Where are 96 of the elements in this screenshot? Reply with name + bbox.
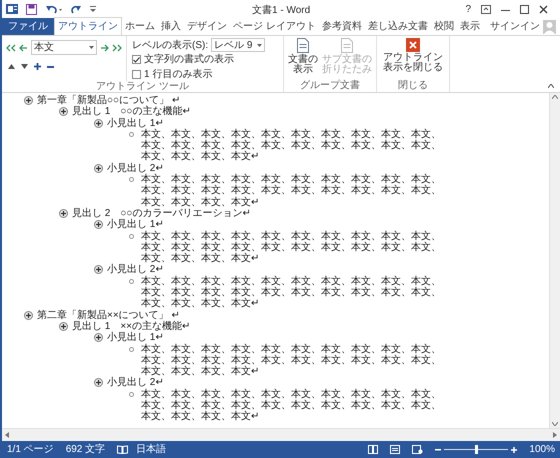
- collapse-ribbon-icon[interactable]: [548, 84, 554, 88]
- page-count[interactable]: 1/1 ページ: [7, 442, 54, 457]
- move-up-icon[interactable]: [8, 64, 15, 69]
- ribbon-tab[interactable]: アウトライン: [54, 17, 122, 35]
- bullet-icon[interactable]: [129, 177, 134, 182]
- show-document-button[interactable]: 文書の 表示: [288, 38, 318, 80]
- scroll-down-icon[interactable]: [552, 422, 558, 426]
- show-level-label: レベルの表示(S):: [132, 38, 208, 52]
- checkbox[interactable]: 文字列の書式の表示: [132, 53, 266, 66]
- ribbon-options-icon[interactable]: [481, 4, 491, 14]
- bullet-icon[interactable]: [129, 278, 134, 284]
- bullet-icon[interactable]: [129, 234, 134, 239]
- plus-circle-icon[interactable]: [94, 164, 103, 173]
- language-indicator[interactable]: 日本語: [136, 442, 166, 457]
- body-text: 本文、本文、本文、本文、本文、本文、本文、本文、本文、本文、本文、本文、本文、本文、本文、本文、本文、本文、本文、本文、本文、本文、本文、本文↵: [141, 388, 442, 423]
- expand-icon[interactable]: [34, 63, 41, 70]
- plus-circle-icon[interactable]: [94, 220, 103, 230]
- dropdown-caret-icon[interactable]: [257, 44, 262, 46]
- body-text: 本文、本文、本文、本文、本文、本文、本文、本文、本文、本文、本文、本文、本文、本文、本文、本文、本文、本文、本文、本文、本文、本文、本文、本文↵: [141, 276, 442, 310]
- scroll-up-icon[interactable]: [552, 95, 558, 99]
- word-count[interactable]: 692 文字: [66, 442, 106, 457]
- maximize-icon[interactable]: [520, 4, 529, 14]
- outline-heading: 見出し 1 ××の主な機能↵: [72, 320, 190, 332]
- proofing-icon[interactable]: [117, 445, 128, 454]
- plus-circle-icon[interactable]: [94, 333, 103, 342]
- plus-circle-icon[interactable]: [94, 118, 103, 128]
- outline-heading: 第一章「新製品○○について」 ↵: [37, 95, 180, 106]
- app-logo-icon[interactable]: [6, 3, 18, 15]
- move-down-icon[interactable]: [21, 64, 28, 69]
- redo-icon[interactable]: [71, 4, 82, 14]
- save-icon[interactable]: [26, 4, 37, 14]
- read-mode-icon[interactable]: [368, 445, 378, 454]
- file-tab[interactable]: ファイル: [2, 18, 54, 35]
- plus-circle-icon[interactable]: [59, 322, 68, 331]
- outline-heading: 小見出し 1↵: [107, 332, 164, 344]
- undo-icon[interactable]: [45, 4, 63, 14]
- ribbon-tab[interactable]: 表示: [456, 18, 483, 35]
- scroll-right-icon[interactable]: [553, 432, 557, 438]
- document-icon: [341, 38, 353, 53]
- promote-icon[interactable]: [19, 44, 28, 52]
- body-text: 本文、本文、本文、本文、本文、本文、本文、本文、本文、本文、本文、本文、本文、本文、本文、本文、本文、本文、本文、本文、本文、本文、本文、本文↵: [141, 344, 442, 378]
- zoom-in-icon[interactable]: [511, 446, 518, 452]
- plus-circle-icon[interactable]: [59, 107, 68, 116]
- horizontal-scrollbar[interactable]: [2, 428, 560, 441]
- plus-circle-icon[interactable]: [24, 96, 33, 105]
- outline-heading: 小見出し 1↵: [107, 219, 164, 230]
- document-icon: [297, 38, 309, 53]
- outline-heading: 見出し 2 ○○のカラーバリエーション↵: [72, 208, 250, 219]
- plus-circle-icon[interactable]: [24, 310, 33, 320]
- window-title: 文書1 - Word: [252, 4, 310, 18]
- promote-to-heading-icon[interactable]: [6, 44, 16, 52]
- demote-to-body-icon[interactable]: [112, 44, 122, 52]
- outline-heading: 小見出し 2↵: [107, 264, 164, 276]
- ribbon-tab[interactable]: 挿入: [158, 18, 184, 35]
- bullet-icon[interactable]: [129, 132, 134, 137]
- web-layout-icon[interactable]: [412, 445, 424, 454]
- body-text: 本文、本文、本文、本文、本文、本文、本文、本文、本文、本文、本文、本文、本文、本文、本文、本文、本文、本文、本文、本文、本文、本文、本文、本文↵: [141, 174, 442, 208]
- group-label: グループ文書: [299, 80, 361, 92]
- zoom-slider[interactable]: [444, 445, 508, 454]
- outline-heading: 小見出し 1↵: [107, 118, 164, 129]
- customize-icon[interactable]: [90, 6, 96, 12]
- help-button[interactable]: ?: [465, 2, 471, 16]
- outline-heading: 小見出し 2↵: [107, 377, 164, 388]
- plus-circle-icon[interactable]: [94, 378, 103, 388]
- demote-icon[interactable]: [100, 44, 109, 52]
- bullet-icon[interactable]: [129, 346, 134, 352]
- sign-in-link[interactable]: サインイン: [490, 19, 540, 34]
- close-x-icon: [406, 38, 420, 52]
- group-label: アウトライン ツール: [95, 81, 190, 93]
- outline-heading: 第二章「新製品××について」 ↵: [37, 310, 180, 321]
- close-outline-view-button[interactable]: アウトライン 表示を閉じる: [383, 36, 443, 80]
- ribbon-tab[interactable]: 差し込み文書: [364, 18, 431, 35]
- ribbon-tab[interactable]: ホーム: [122, 18, 158, 35]
- zoom-slider-thumb[interactable]: [474, 445, 478, 454]
- body-text: 本文、本文、本文、本文、本文、本文、本文、本文、本文、本文、本文、本文、本文、本文、本文、本文、本文、本文、本文、本文、本文、本文、本文、本文↵: [141, 230, 442, 264]
- ribbon-tab[interactable]: デザイン: [184, 18, 230, 35]
- outline-heading: 見出し 1 ○○の主な機能↵: [72, 106, 190, 118]
- close-icon[interactable]: [539, 4, 548, 14]
- bullet-icon[interactable]: [129, 392, 134, 397]
- checkmark-icon: [133, 56, 140, 62]
- checkbox[interactable]: 1 行目のみ表示: [132, 68, 266, 81]
- plus-circle-icon[interactable]: [59, 208, 68, 218]
- zoom-level[interactable]: 100%: [529, 442, 555, 457]
- print-layout-icon[interactable]: [390, 445, 400, 454]
- vertical-scrollbar[interactable]: [549, 93, 560, 428]
- show-level-dropdown[interactable]: レベル 9: [211, 38, 266, 52]
- plus-circle-icon[interactable]: [94, 265, 103, 274]
- body-text: 本文、本文、本文、本文、本文、本文、本文、本文、本文、本文、本文、本文、本文、本文、本文、本文、本文、本文、本文、本文、本文、本文、本文、本文↵: [141, 128, 442, 163]
- outline-level-dropdown[interactable]: 本文: [31, 40, 97, 55]
- ribbon-tab[interactable]: ページ レイアウト: [230, 18, 319, 35]
- scroll-left-icon[interactable]: [5, 432, 9, 438]
- group-label: 閉じる: [397, 80, 429, 92]
- ribbon-tab[interactable]: 参考資料: [318, 18, 365, 35]
- outline-heading: 小見出し 2↵: [107, 162, 164, 174]
- ribbon-tab[interactable]: 校閲: [430, 18, 457, 35]
- dropdown-caret-icon[interactable]: [89, 46, 94, 49]
